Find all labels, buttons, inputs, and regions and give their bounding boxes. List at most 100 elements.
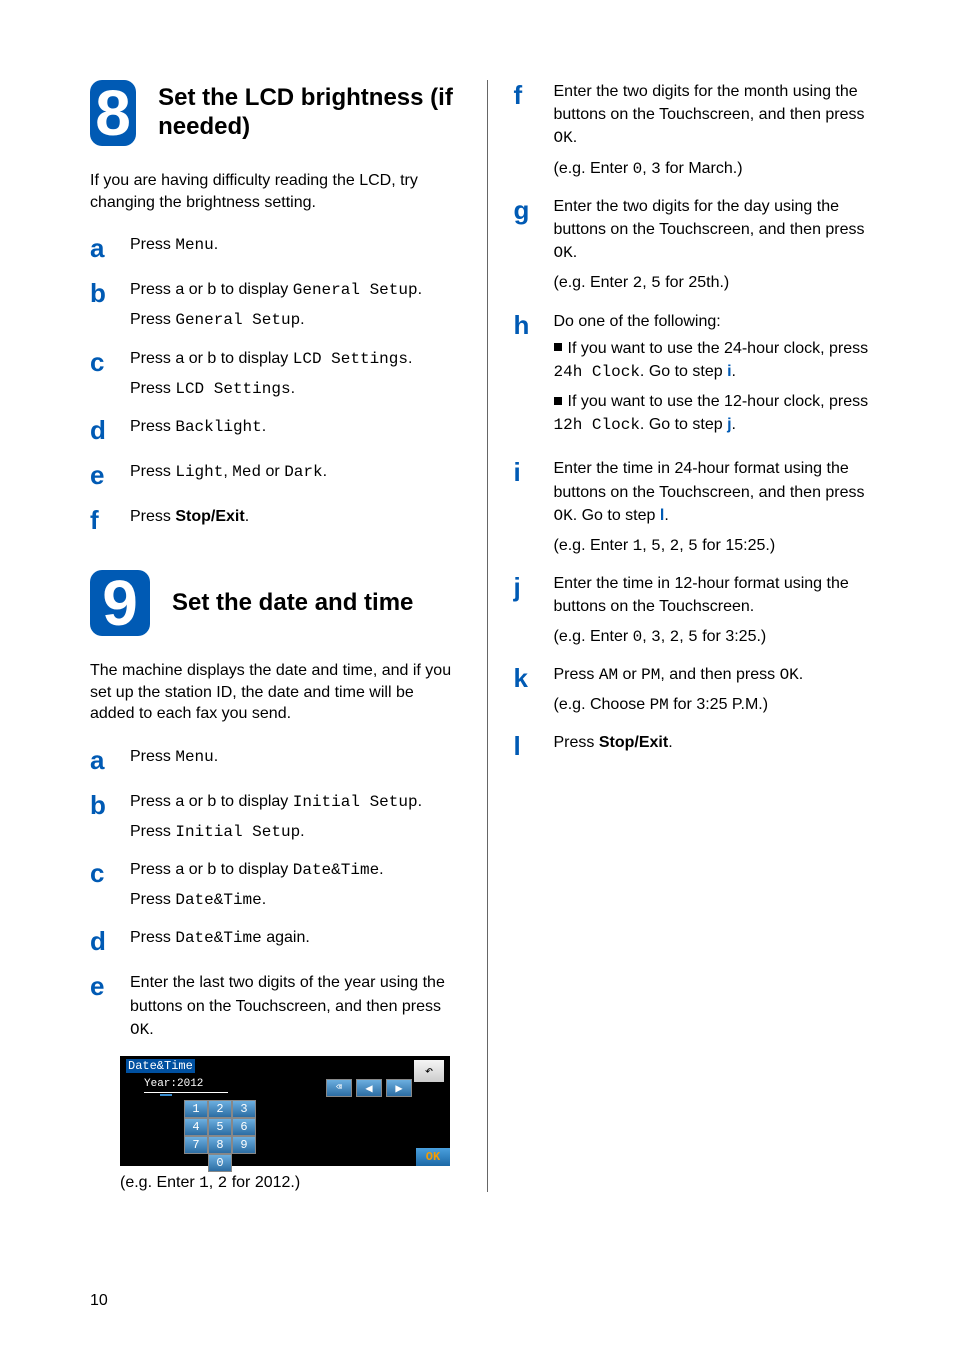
text: .: [262, 891, 266, 908]
backspace-icon: ⌫: [326, 1079, 352, 1097]
digit: 0: [633, 628, 643, 646]
menu-label: 24h Clock: [554, 363, 640, 381]
menu-label: OK: [130, 1021, 149, 1039]
menu-label: 12h Clock: [554, 416, 640, 434]
lcd-ok-button: OK: [416, 1148, 450, 1166]
square-bullet-icon: [554, 343, 562, 351]
step-letter: c: [90, 347, 130, 401]
digit: 2: [670, 628, 680, 646]
step-9i: i Enter the time in 24-hour format using…: [514, 457, 885, 558]
step-letter: j: [514, 572, 554, 649]
text: or: [618, 666, 641, 683]
menu-label: Menu: [175, 748, 213, 766]
text: Enter the time in 24-hour format using t…: [554, 460, 865, 500]
digit: 3: [651, 160, 661, 178]
text: .: [149, 1021, 153, 1038]
step-8d: d Press Backlight.: [90, 415, 461, 446]
section-9-head: 9 Set the date and time: [90, 570, 461, 636]
menu-label: Date&Time: [175, 929, 261, 947]
text: . Go to step: [640, 363, 727, 380]
text: ,: [642, 274, 651, 291]
text: for 3:25.): [698, 628, 766, 645]
right-column: f Enter the two digits for the month usi…: [514, 80, 885, 1192]
section-8-head: 8 Set the LCD brightness (if needed): [90, 80, 461, 146]
digit: 5: [651, 274, 661, 292]
digit: 3: [651, 628, 661, 646]
digit: 1: [199, 1174, 209, 1192]
text: ,: [223, 463, 232, 480]
text: Press: [130, 311, 175, 328]
option-12h: If you want to use the 12-hour clock, pr…: [554, 390, 885, 437]
digit: 5: [688, 628, 698, 646]
step-9l: l Press Stop/Exit.: [514, 731, 885, 762]
section-8-number: 8: [90, 80, 136, 146]
step-letter: g: [514, 195, 554, 296]
text: . Go to step: [640, 416, 727, 433]
step-8c: c Press a or b to display LCD Settings. …: [90, 347, 461, 401]
menu-label: General Setup: [175, 311, 300, 329]
digit: 5: [688, 537, 698, 555]
text: .: [664, 507, 668, 524]
section-9-intro: The machine displays the date and time, …: [90, 660, 461, 725]
text: ,: [642, 628, 651, 645]
text: . Go to step: [573, 507, 660, 524]
section-8-title: Set the LCD brightness (if needed): [158, 84, 460, 142]
step-9b: b Press a or b to display Initial Setup.…: [90, 790, 461, 844]
back-icon: ↶: [414, 1060, 444, 1082]
digit: 2: [218, 1174, 228, 1192]
text: .: [291, 380, 295, 397]
menu-label: Initial Setup: [175, 823, 300, 841]
text: .: [214, 236, 218, 253]
lcd-year: Year:2012: [144, 1078, 203, 1090]
section-9-number: 9: [90, 570, 150, 636]
lcd-toolbar: ⌫ ◀ ▶: [326, 1079, 412, 1097]
text: ,: [642, 537, 651, 554]
step-letter: b: [90, 790, 130, 844]
digit: 2: [670, 537, 680, 555]
text: Enter the last two digits of the year us…: [130, 974, 445, 1014]
text: Press a or b to display: [130, 350, 293, 367]
text: ,: [209, 1174, 218, 1191]
step-letter: i: [514, 457, 554, 558]
step-9g: g Enter the two digits for the day using…: [514, 195, 885, 296]
text: Press: [130, 236, 175, 253]
digit: 5: [651, 537, 661, 555]
text: If you want to use the 12-hour clock, pr…: [568, 393, 869, 410]
lcd-underline: [144, 1092, 228, 1093]
text: .: [418, 281, 422, 298]
menu-label: Dark: [284, 463, 322, 481]
step-letter: a: [90, 233, 130, 264]
text: for March.): [661, 160, 743, 177]
text: .: [732, 416, 736, 433]
step-letter: e: [90, 971, 130, 1042]
menu-label: LCD Settings: [293, 350, 408, 368]
text: or: [261, 463, 284, 480]
text: Enter the time in 12-hour format using t…: [554, 575, 849, 615]
step-9e: e Enter the last two digits of the year …: [90, 971, 461, 1042]
text: Press a or b to display: [130, 793, 293, 810]
text: Press: [554, 734, 599, 751]
menu-label: AM: [599, 666, 618, 684]
right-arrow-icon: ▶: [386, 1079, 412, 1097]
page-number: 10: [90, 1292, 108, 1310]
step-8b: b Press a or b to display General Setup.…: [90, 278, 461, 332]
step-8f: f Press Stop/Exit.: [90, 505, 461, 536]
text: ,: [679, 537, 688, 554]
step-9f: f Enter the two digits for the month usi…: [514, 80, 885, 181]
text: Press a or b to display: [130, 281, 293, 298]
step-letter: k: [514, 663, 554, 717]
step-letter: c: [90, 858, 130, 912]
menu-label: OK: [554, 507, 573, 525]
menu-label: Light: [175, 463, 223, 481]
text: Enter the two digits for the month using…: [554, 83, 865, 123]
step-9h: h Do one of the following: If you want t…: [514, 310, 885, 444]
square-bullet-icon: [554, 397, 562, 405]
text: (e.g. Enter: [120, 1174, 199, 1191]
text: ,: [642, 160, 651, 177]
menu-label: PM: [650, 696, 669, 714]
menu-label: LCD Settings: [175, 380, 290, 398]
text: .: [245, 508, 249, 525]
text: Enter the two digits for the day using t…: [554, 198, 865, 238]
text: Press: [554, 666, 599, 683]
menu-label: PM: [641, 666, 660, 684]
